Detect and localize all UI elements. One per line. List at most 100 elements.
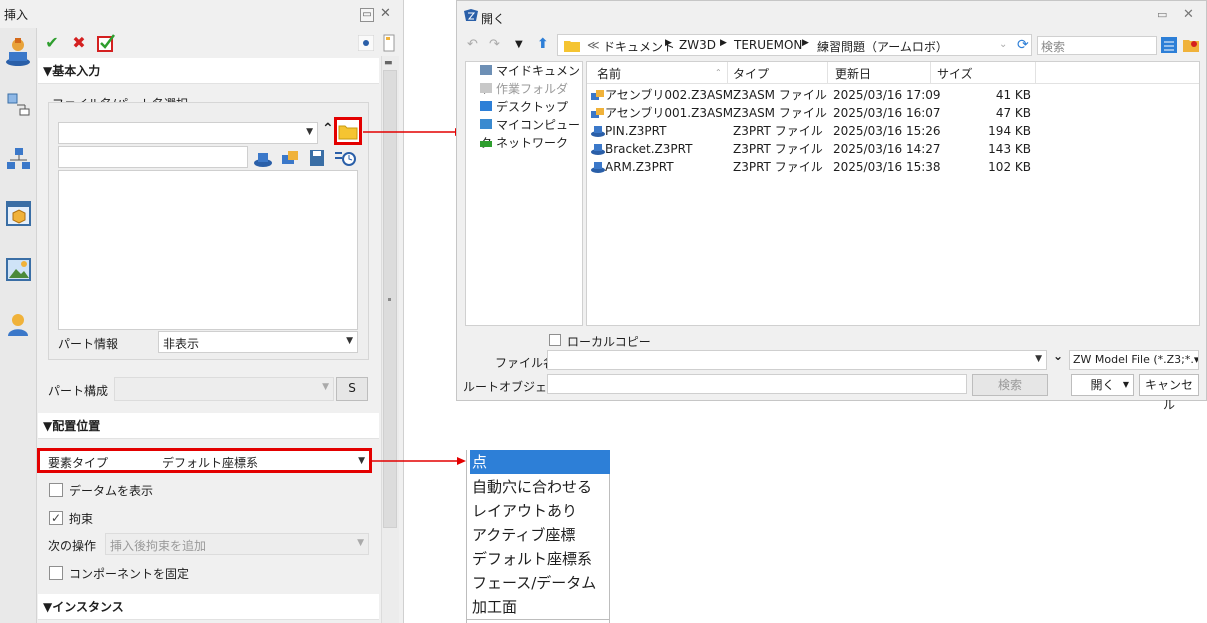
refresh-icon[interactable]: ⟳: [1017, 37, 1029, 53]
filename-input[interactable]: ▼: [547, 350, 1047, 370]
next-op-select[interactable]: 挿入後拘束を追加 ▼: [105, 533, 369, 555]
help-icon[interactable]: [383, 34, 395, 52]
history-icon[interactable]: [333, 148, 357, 168]
insert-component-icon[interactable]: [3, 36, 33, 68]
column-name[interactable]: 名前: [597, 65, 621, 83]
part-config-select[interactable]: ▼: [114, 377, 334, 401]
dropdown-item-machining-face[interactable]: 加工面: [470, 595, 610, 619]
dropdown-item-auto-hole[interactable]: 自動穴に合わせる: [470, 475, 610, 499]
image-icon[interactable]: [5, 256, 32, 283]
element-type-row[interactable]: 要素タイプ デフォルト座標系 ▼: [37, 448, 372, 473]
column-date[interactable]: 更新日: [835, 65, 871, 83]
part-filter-icon[interactable]: [252, 148, 274, 168]
close-icon[interactable]: ✕: [1183, 7, 1194, 22]
open-dialog: 開く ▭ ✕ ↶ ↷ ▼ ⬆ ≪ ドキュメント ▶ ZW3D ▶ TERUEMO…: [456, 0, 1207, 412]
minimize-icon[interactable]: ▭: [1157, 8, 1167, 21]
search-button[interactable]: 検索: [972, 374, 1048, 396]
root-object-input[interactable]: [547, 374, 967, 394]
cancel-x-icon[interactable]: ✖: [68, 32, 90, 54]
expand-icon[interactable]: ⌄: [1053, 349, 1063, 363]
cancel-button[interactable]: キャンセル: [1139, 374, 1199, 412]
section-placement[interactable]: ▼配置位置: [38, 413, 379, 439]
table-row[interactable]: アセンブリ001.Z3ASM Z3ASM ファイル 2025/03/16 16:…: [587, 104, 1199, 122]
up-folder-icon[interactable]: ⬆: [537, 36, 549, 52]
table-row[interactable]: PIN.Z3PRT Z3PRT ファイル 2025/03/16 15:26 19…: [587, 122, 1199, 140]
view-mode-icon[interactable]: [1160, 36, 1178, 54]
assembly-filter-icon[interactable]: [279, 148, 301, 168]
forward-icon[interactable]: ↷: [489, 37, 500, 52]
search-input[interactable]: 検索: [1037, 36, 1157, 55]
file-type: Z3ASM ファイル: [733, 88, 827, 102]
dropdown-item-active-coord[interactable]: アクティブ座標: [470, 523, 610, 547]
browse-folder-button[interactable]: [334, 117, 362, 145]
insert-panel: 挿入 ▭ ✕ ✔ ✖ ▬ ▼基本入力 ▼ ⌃ パート情報 非表示 ▼ パート構成…: [0, 0, 404, 623]
assembly-file-icon: [591, 108, 604, 118]
file-preview-list[interactable]: [58, 170, 358, 330]
column-divider[interactable]: [727, 62, 728, 84]
file-name-combo[interactable]: ▼: [58, 122, 318, 144]
file-date: 2025/03/16 15:38: [833, 160, 941, 174]
dropdown-item-face-datum[interactable]: フェース/データム: [470, 571, 610, 595]
breadcrumb-overflow[interactable]: ≪: [587, 38, 600, 52]
section-basic-input[interactable]: ▼基本入力: [38, 58, 379, 84]
address-dropdown-icon[interactable]: ⌄: [999, 39, 1007, 50]
file-type-filter-select[interactable]: ZW Model File (*.Z3;*.▾: [1069, 350, 1199, 370]
apply-icon[interactable]: [96, 33, 116, 53]
hierarchy-icon[interactable]: [5, 146, 32, 173]
desktop-icon: [480, 101, 492, 111]
tree-item-network[interactable]: ネットワーク: [480, 134, 568, 152]
part-info-label: パート情報: [58, 337, 119, 351]
column-size[interactable]: サイズ: [937, 65, 973, 83]
user-icon[interactable]: [5, 311, 32, 338]
history-dropdown-icon[interactable]: ▼: [515, 39, 523, 50]
open-button-label: 開く: [1090, 378, 1115, 392]
element-type-value: デフォルト座標系: [162, 456, 259, 470]
side-toolbar: [0, 28, 37, 623]
table-row[interactable]: ARM.Z3PRT Z3PRT ファイル 2025/03/16 15:38 10…: [587, 158, 1199, 176]
local-copy-checkbox[interactable]: [549, 334, 561, 346]
part-window-icon[interactable]: [5, 200, 32, 227]
dropdown-item-point[interactable]: 点: [470, 450, 610, 474]
breadcrumb-current[interactable]: 練習問題（アームロボ）: [817, 38, 948, 55]
column-divider[interactable]: [1035, 62, 1036, 84]
section-instance[interactable]: ▼インスタンス: [38, 594, 379, 620]
file-type: Z3PRT ファイル: [733, 124, 823, 138]
tree-item-desktop[interactable]: デスクトップ: [480, 98, 568, 116]
collapse-icon[interactable]: ⌃: [322, 121, 334, 137]
chevron-down-icon[interactable]: ▼: [1123, 375, 1129, 395]
file-type-filter-value: ZW Model File (*.Z3;*.▾: [1073, 353, 1199, 366]
tree-item-my-documents[interactable]: マイドキュメント: [480, 62, 582, 96]
show-datum-checkbox[interactable]: [49, 483, 63, 497]
scroll-up-icon[interactable]: ▬: [384, 58, 393, 68]
assembly-tree-icon[interactable]: [5, 91, 32, 118]
file-date: 2025/03/16 16:07: [833, 106, 941, 120]
tree-item-my-computer[interactable]: マイコンピュータ: [480, 116, 582, 150]
dropdown-item-default-csys[interactable]: デフォルト座標系: [470, 547, 610, 571]
tree-item-work-folder[interactable]: 作業フォルダ: [480, 80, 568, 98]
column-type[interactable]: タイプ: [733, 65, 769, 83]
file-size: 102 KB: [988, 160, 1031, 174]
info-icon[interactable]: [358, 35, 374, 51]
save-filter-icon[interactable]: [307, 148, 327, 168]
sort-icon: ⌃: [715, 68, 722, 77]
breadcrumb-zw3d[interactable]: ZW3D: [679, 38, 716, 52]
new-folder-icon[interactable]: [1182, 36, 1200, 54]
table-row[interactable]: Bracket.Z3PRT Z3PRT ファイル 2025/03/16 14:2…: [587, 140, 1199, 158]
column-divider[interactable]: [827, 62, 828, 84]
open-button[interactable]: 開く ▼: [1071, 374, 1134, 396]
table-row[interactable]: アセンブリ002.Z3ASM Z3ASM ファイル 2025/03/16 17:…: [587, 86, 1199, 104]
app-logo-icon: [464, 9, 478, 21]
ok-check-icon[interactable]: ✔: [41, 32, 63, 54]
breadcrumb-teruemon[interactable]: TERUEMON: [734, 38, 802, 52]
constraint-checkbox[interactable]: [49, 511, 63, 525]
panel-toolbar: ✔ ✖: [38, 28, 395, 60]
restore-icon[interactable]: ▭: [360, 8, 374, 22]
back-icon[interactable]: ↶: [467, 37, 478, 52]
search-filter-input[interactable]: [58, 146, 248, 168]
close-icon[interactable]: ✕: [380, 6, 391, 21]
fix-component-checkbox[interactable]: [49, 566, 63, 580]
dropdown-item-layout[interactable]: レイアウトあり: [470, 499, 610, 523]
column-divider[interactable]: [930, 62, 931, 84]
file-type: Z3ASM ファイル: [733, 106, 827, 120]
part-info-select[interactable]: 非表示 ▼: [158, 331, 358, 353]
